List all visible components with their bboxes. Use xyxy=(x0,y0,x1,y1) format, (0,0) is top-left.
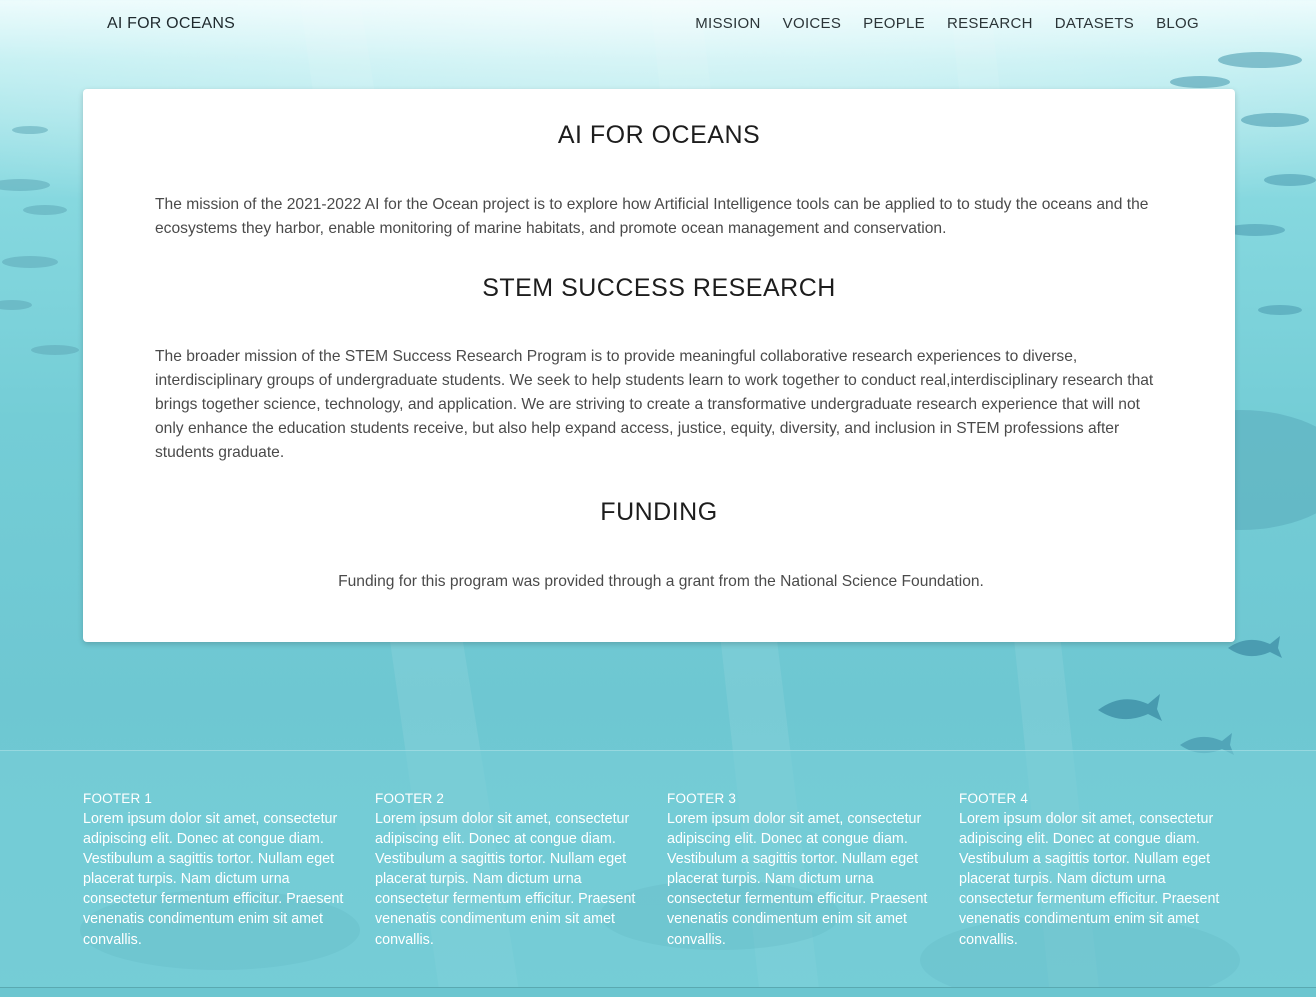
footer-text: Lorem ipsum dolor sit amet, consectetur … xyxy=(375,811,636,948)
brand-logo-link[interactable]: AI FOR OCEANS xyxy=(107,15,235,33)
footer-text: Lorem ipsum dolor sit amet, consectetur … xyxy=(83,811,344,948)
page-footer: FOOTER 1 Lorem ipsum dolor sit amet, con… xyxy=(0,750,1316,988)
main-nav: MISSION VOICES PEOPLE RESEARCH DATASETS … xyxy=(695,15,1199,32)
section-text-stem-success: The broader mission of the STEM Success … xyxy=(155,348,1154,461)
nav-mission[interactable]: MISSION xyxy=(695,15,760,32)
nav-people[interactable]: PEOPLE xyxy=(863,15,925,32)
footer-title: FOOTER 4 xyxy=(959,791,1029,806)
section-title-ai-for-oceans: AI FOR OCEANS xyxy=(557,121,761,149)
footer-column-4: FOOTER 4 Lorem ipsum dolor sit amet, con… xyxy=(959,791,1231,950)
footer-title: FOOTER 1 xyxy=(83,791,153,806)
nav-research[interactable]: RESEARCH xyxy=(947,15,1033,32)
content-card: AI FOR OCEANS The mission of the 2021-20… xyxy=(83,89,1235,642)
footer-title: FOOTER 3 xyxy=(667,791,737,806)
footer-column-2: FOOTER 2 Lorem ipsum dolor sit amet, con… xyxy=(375,791,647,950)
footer-column-1: FOOTER 1 Lorem ipsum dolor sit amet, con… xyxy=(83,791,355,950)
fish-icon xyxy=(1098,694,1162,721)
footer-column-3: FOOTER 3 Lorem ipsum dolor sit amet, con… xyxy=(667,791,939,950)
footer-bottom-bar xyxy=(0,987,1316,997)
section-text-funding: Funding for this program was provided th… xyxy=(338,573,984,590)
fish-icon xyxy=(1228,636,1282,658)
footer-text: Lorem ipsum dolor sit amet, consectetur … xyxy=(667,811,928,948)
footer-title: FOOTER 2 xyxy=(375,791,445,806)
top-navbar: AI FOR OCEANS MISSION VOICES PEOPLE RESE… xyxy=(0,0,1316,50)
section-text-ai-for-oceans: The mission of the 2021-2022 AI for the … xyxy=(155,196,1149,237)
section-title-funding: FUNDING xyxy=(600,498,718,526)
footer-text: Lorem ipsum dolor sit amet, consectetur … xyxy=(959,811,1220,948)
nav-blog[interactable]: BLOG xyxy=(1156,15,1199,32)
nav-voices[interactable]: VOICES xyxy=(783,15,841,32)
nav-datasets[interactable]: DATASETS xyxy=(1055,15,1134,32)
section-title-stem-success: STEM SUCCESS RESEARCH xyxy=(482,274,836,302)
